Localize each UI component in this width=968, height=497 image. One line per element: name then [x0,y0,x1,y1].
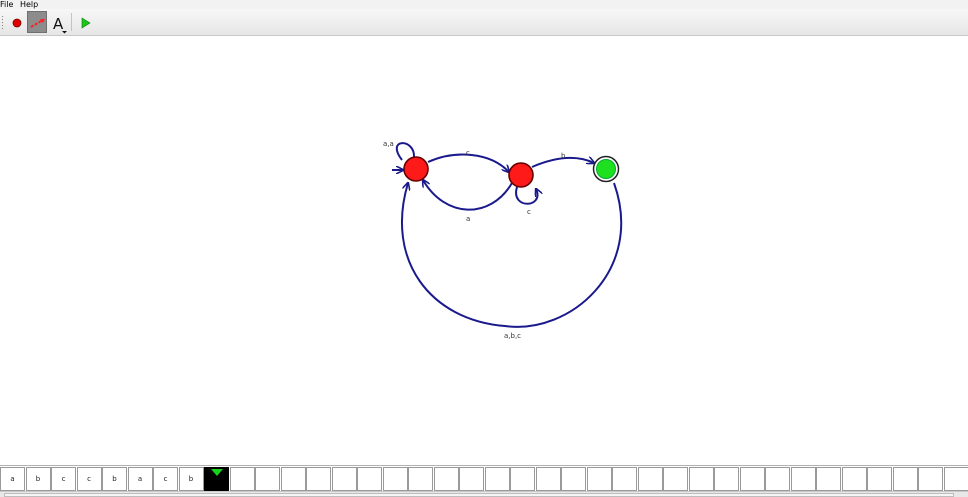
tape-cell[interactable] [612,467,637,491]
tape-cell[interactable] [535,467,561,491]
automaton-canvas[interactable]: a,a c a c b a,b,c [0,37,968,465]
edge-q0-q1[interactable] [427,153,509,172]
tape-cell[interactable] [510,467,535,491]
tape-cell[interactable] [688,467,714,491]
toolbar-separator [71,13,72,31]
tape-cell[interactable] [892,467,918,491]
tape-cell[interactable] [841,467,867,491]
red-state-dot-icon [12,18,22,28]
tape-cell[interactable] [714,467,739,491]
tape-cell[interactable]: b [25,467,51,491]
tape-cell[interactable]: a [127,467,153,491]
tape-head-cell[interactable] [204,467,229,491]
edge-q2-q0[interactable] [400,183,623,328]
tape-cell[interactable]: b [178,467,204,491]
state-q2[interactable] [596,159,616,179]
tape-cell[interactable] [484,467,510,491]
green-play-icon [81,17,91,29]
tape-cell[interactable] [459,467,484,491]
red-arrow-icon [30,19,45,28]
letter-a-icon: A [53,15,67,34]
tape-cell[interactable] [433,467,459,491]
tape-cell[interactable] [663,467,688,491]
tape-cell[interactable] [331,467,357,491]
tape-cell[interactable]: a [0,467,25,491]
edge-q1-q1[interactable] [515,187,537,205]
label-q0-q1: c [466,149,470,157]
tape-cell[interactable]: c [153,467,178,491]
state-q0[interactable] [403,156,429,182]
tape-cell[interactable] [867,467,892,491]
tape-cell[interactable]: c [76,467,102,491]
label-q0-q0: a,a [383,140,394,148]
tape-cell[interactable] [765,467,790,491]
text-tool-button[interactable]: A [49,11,69,34]
tape-cell[interactable] [229,467,255,491]
scrollbar-thumb[interactable] [4,493,954,497]
tape-cell[interactable] [255,467,280,491]
tape-head-marker-icon [211,469,223,476]
tape-cell[interactable] [280,467,306,491]
tape-cell[interactable]: b [102,467,127,491]
tape-cell[interactable] [382,467,408,491]
automaton-diagram: a,a c a c b a,b,c [383,140,623,340]
tape-cell[interactable] [918,467,943,491]
state-tool-button[interactable] [6,11,26,33]
tape-cell[interactable] [357,467,382,491]
run-tool-button[interactable] [74,11,94,33]
tape-cell[interactable] [306,467,331,491]
label-q2-q0: a,b,c [504,332,521,340]
tape-cell[interactable]: c [51,467,76,491]
tape-cell[interactable] [816,467,841,491]
label-q1-q0: a [466,215,470,223]
label-q1-q2: b [561,152,566,160]
label-q1-q1: c [527,208,531,216]
tape-cell[interactable] [739,467,765,491]
transition-tool-button[interactable] [27,11,47,33]
input-tape: abccbacb [0,465,968,491]
edge-q1-q0[interactable] [423,180,513,211]
tape-cell[interactable] [637,467,663,491]
tape-cell[interactable] [586,467,612,491]
horizontal-scrollbar[interactable] [0,491,968,497]
state-q1[interactable] [508,162,534,188]
tape-cell[interactable] [561,467,586,491]
menu-help[interactable]: Help [20,0,42,9]
tape-cell[interactable] [943,467,968,491]
text-tool-glyph: A [53,15,64,33]
toolbar: A [0,9,968,36]
tape-cell[interactable] [790,467,816,491]
toolbar-grip-icon[interactable] [1,15,4,31]
menu-bar: File Help [0,0,968,9]
menu-file[interactable]: File [0,0,17,9]
tape-cell[interactable] [408,467,433,491]
